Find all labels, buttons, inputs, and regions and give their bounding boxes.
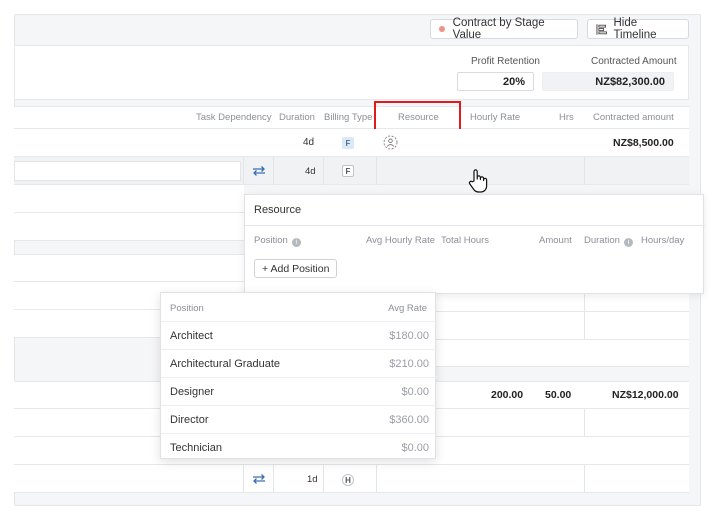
profit-retention-input[interactable]: 20%	[457, 72, 534, 91]
contract-by-stage-button[interactable]: Contract by Stage Value	[430, 17, 578, 41]
stage-amount: NZ$12,000.00	[612, 389, 679, 401]
info-icon[interactable]: i	[291, 238, 301, 247]
contracted-amount-value: NZ$82,300.00	[542, 72, 674, 91]
dropdown-item-name: Architectural Graduate	[170, 358, 281, 370]
billing-type-badge: F	[342, 165, 354, 177]
divider	[376, 157, 377, 185]
header-hrs: Hrs	[559, 112, 574, 123]
task-row[interactable]	[436, 312, 689, 340]
header-duration: Duration	[279, 112, 315, 123]
divider	[273, 157, 274, 185]
dropdown-item-name: Technician	[170, 442, 222, 454]
divider	[273, 465, 274, 493]
task-name-input[interactable]	[14, 161, 241, 181]
timeline-icon	[596, 23, 607, 35]
col-total-hours: Total Hours	[441, 235, 490, 246]
contracted-amount-label: Contracted Amount	[591, 56, 677, 67]
col-position-label: Position	[254, 235, 288, 246]
col-amount: Amount	[539, 235, 572, 246]
dropdown-item-technician[interactable]: Technician $0.00	[161, 433, 437, 461]
contract-by-stage-label: Contract by Stage Value	[452, 17, 545, 41]
task-row[interactable]	[14, 213, 244, 241]
dropdown-item-name: Architect	[170, 330, 213, 342]
info-icon[interactable]: i	[623, 238, 633, 247]
header-billing-type: Billing Type	[324, 112, 373, 123]
header-hourly-rate: Hourly Rate	[470, 112, 521, 123]
col-hours-day: Hours/day	[641, 235, 685, 246]
billing-type-badge: H	[342, 474, 354, 486]
divider	[584, 157, 585, 185]
dropdown-col-position: Position	[170, 303, 204, 314]
stage-hrs: 50.00	[545, 389, 572, 401]
task-duration: 4d	[305, 166, 316, 177]
dropdown-item-director[interactable]: Director $360.00	[161, 405, 437, 433]
stage-duration: 4d	[303, 137, 315, 148]
divider	[323, 157, 324, 185]
dot-icon	[439, 26, 445, 32]
sync-icon[interactable]	[252, 165, 266, 177]
hand-cursor-icon	[468, 169, 488, 193]
col-avg-hourly-rate: Avg Hourly Rate	[366, 235, 435, 246]
resource-popup-title: Resource	[254, 204, 302, 216]
divider	[243, 157, 244, 185]
dropdown-item-name: Director	[170, 414, 209, 426]
dropdown-item-rate: $0.00	[401, 442, 429, 454]
dropdown-item-rate: $210.00	[389, 358, 429, 370]
dropdown-item-rate: $0.00	[401, 386, 429, 398]
header-task-dependency: Task Dependency	[196, 112, 272, 123]
stage-amount: NZ$8,500.00	[613, 137, 674, 149]
position-dropdown: Position Avg Rate Architect $180.00 Arch…	[160, 292, 437, 461]
dropdown-item-name: Designer	[170, 386, 215, 398]
dropdown-item-rate: $360.00	[389, 414, 429, 426]
task-row[interactable]	[436, 294, 689, 312]
add-position-button[interactable]: + Add Position	[254, 259, 338, 278]
col-duration: Duration i	[584, 235, 633, 247]
col-duration-label: Duration	[584, 235, 620, 246]
divider	[584, 294, 585, 340]
divider	[323, 465, 324, 493]
header-contracted-amount: Contracted amount	[593, 112, 674, 123]
dropdown-item-architect[interactable]: Architect $180.00	[161, 321, 437, 349]
dropdown-item-rate: $180.00	[389, 330, 429, 342]
task-row[interactable]	[14, 185, 244, 213]
user-circle-icon[interactable]	[383, 135, 398, 150]
dropdown-item-architectural-graduate[interactable]: Architectural Graduate $210.00	[161, 349, 437, 377]
stage-hourly-rate: 200.00	[491, 389, 524, 401]
hide-timeline-button[interactable]: Hide Timeline	[587, 17, 689, 41]
col-position: Position i	[254, 235, 301, 247]
divider	[376, 465, 377, 493]
resource-popup: Resource Position i Avg Hourly Rate Total…	[244, 194, 705, 294]
dropdown-col-avg-rate: Avg Rate	[388, 303, 427, 314]
screenshot-frame: Contract by Stage Value Hide Timeline Pr…	[0, 0, 713, 522]
task-duration: 1d	[307, 474, 318, 485]
divider	[245, 225, 705, 226]
divider	[243, 465, 244, 493]
billing-type-badge: F	[342, 137, 354, 149]
task-row[interactable]	[436, 340, 689, 367]
hide-timeline-label: Hide Timeline	[613, 17, 657, 41]
task-row[interactable]	[14, 254, 244, 282]
sync-icon[interactable]	[252, 473, 266, 485]
dropdown-item-designer[interactable]: Designer $0.00	[161, 377, 437, 405]
profit-retention-label: Profit Retention	[471, 56, 540, 67]
divider	[584, 465, 585, 493]
